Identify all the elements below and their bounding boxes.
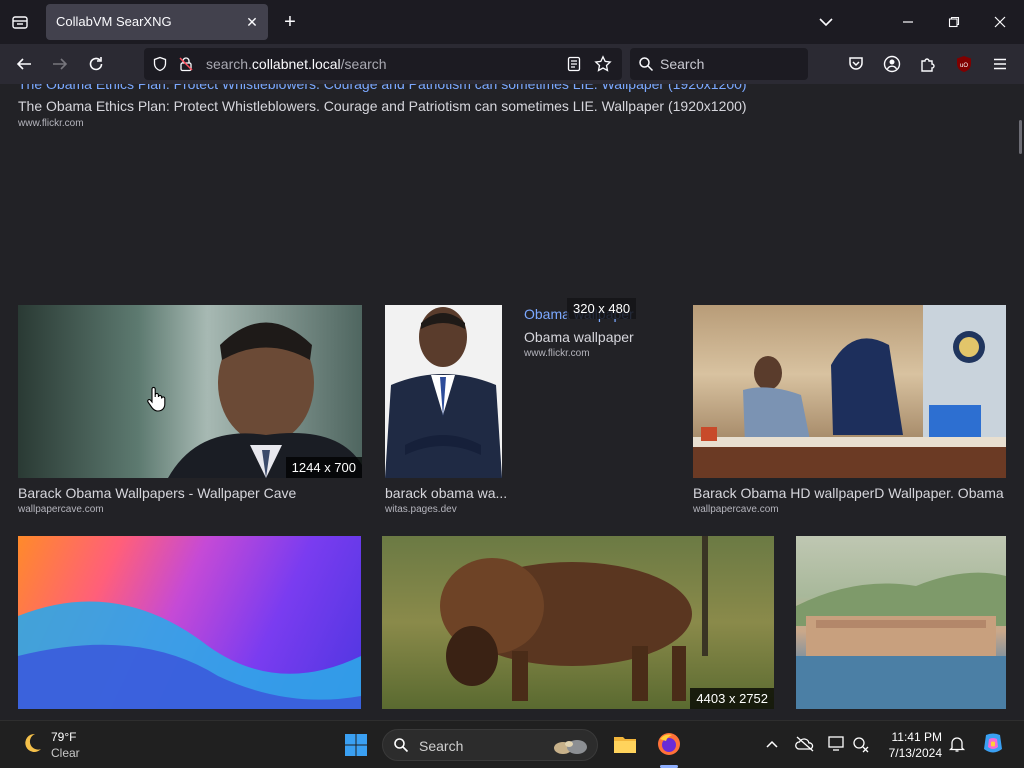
image-result-bison[interactable]: 4403 x 2752	[382, 536, 774, 709]
image-hover-dimensions: 320 x 480	[567, 298, 637, 319]
windows-start-icon[interactable]	[344, 733, 368, 762]
account-icon[interactable]	[880, 52, 904, 76]
previous-result-title: The Obama Ethics Plan: Protect Whistlebl…	[18, 98, 747, 114]
ublock-origin-icon[interactable]: uO	[952, 52, 976, 76]
notification-bell-icon[interactable]	[948, 735, 966, 758]
image-hover-subtitle: Obama wallpaper	[524, 329, 634, 345]
image-dimensions-badge: 4403 x 2752	[690, 688, 774, 709]
close-window-icon[interactable]	[990, 12, 1010, 32]
image-source: wallpapercave.com	[693, 504, 779, 515]
onedrive-offline-icon[interactable]	[795, 735, 815, 758]
image-caption[interactable]: Barack Obama HD wallpaperD Wallpaper. Ob…	[693, 485, 1004, 501]
search-placeholder: Search	[660, 56, 705, 72]
tab-bar: CollabVM SearXNG ✕ +	[0, 0, 1024, 44]
image-source: wallpapercave.com	[18, 504, 104, 515]
firefox-taskbar-icon[interactable]	[656, 731, 682, 762]
chevron-down-icon[interactable]	[816, 12, 836, 32]
extensions-puzzle-icon[interactable]	[916, 52, 940, 76]
weather-temperature[interactable]: 79°F	[51, 730, 76, 744]
page-content: The Obama Ethics Plan: Protect Whistlebl…	[0, 84, 1024, 720]
forward-arrow-icon[interactable]	[48, 52, 72, 76]
display-icon[interactable]	[827, 735, 847, 758]
windows-taskbar: 79°F Clear Search 11:41 PM 7/13/2024	[0, 720, 1024, 768]
minimize-icon[interactable]	[898, 12, 918, 32]
menu-hamburger-icon[interactable]	[988, 52, 1012, 76]
search-icon	[638, 56, 654, 77]
previous-result-title-link[interactable]: The Obama Ethics Plan: Protect Whistlebl…	[18, 84, 747, 92]
previous-result-url[interactable]: www.flickr.com	[18, 118, 84, 129]
close-tab-icon[interactable]: ✕	[244, 14, 260, 30]
hand-pointer-cursor-icon	[146, 386, 166, 417]
taskbar-clock-date[interactable]: 7/13/2024	[884, 746, 942, 760]
chevron-up-icon[interactable]	[764, 737, 780, 758]
search-icon	[393, 737, 409, 758]
search-highlight-icon	[551, 736, 591, 761]
image-source: witas.pages.dev	[385, 504, 457, 515]
navigation-toolbar: search.collabnet.local/search Search uO	[0, 44, 1024, 84]
image-dimensions-badge: 1244 x 700	[285, 457, 362, 478]
list-all-tabs-icon[interactable]	[8, 10, 32, 34]
active-tab[interactable]: CollabVM SearXNG ✕	[46, 4, 268, 40]
image-result-obama-office[interactable]	[693, 305, 1006, 478]
taskbar-search-box[interactable]: Search	[382, 729, 598, 761]
image-result-obama-portrait[interactable]: 1244 x 700	[18, 305, 362, 478]
back-arrow-icon[interactable]	[12, 52, 36, 76]
reload-icon[interactable]	[84, 52, 108, 76]
new-tab-icon[interactable]: +	[280, 12, 300, 32]
pocket-icon[interactable]	[844, 52, 868, 76]
network-icon[interactable]	[851, 735, 871, 758]
scrollbar-thumb[interactable]	[1019, 120, 1022, 154]
tab-title: CollabVM SearXNG	[56, 14, 172, 29]
svg-text:uO: uO	[960, 63, 968, 69]
taskbar-search-label: Search	[419, 738, 464, 754]
address-bar[interactable]: search.collabnet.local/search	[144, 48, 622, 80]
url-path: /search	[340, 56, 387, 72]
moon-weather-icon[interactable]	[20, 731, 44, 760]
reader-view-icon[interactable]	[566, 56, 582, 77]
copilot-icon[interactable]	[980, 731, 1006, 762]
bookmark-star-icon[interactable]	[594, 55, 612, 78]
image-result-obama-suit[interactable]	[385, 305, 502, 478]
taskbar-clock-time[interactable]: 11:41 PM	[884, 730, 942, 744]
insecure-lock-icon[interactable]	[178, 56, 194, 77]
file-explorer-icon[interactable]	[612, 731, 638, 762]
image-caption[interactable]: Barack Obama Wallpapers - Wallpaper Cave	[18, 485, 296, 501]
search-bar[interactable]: Search	[630, 48, 808, 80]
weather-condition[interactable]: Clear	[51, 746, 80, 760]
tracking-protection-shield-icon[interactable]	[152, 56, 168, 77]
url-prefix: search.	[206, 56, 252, 72]
image-hover-source: www.flickr.com	[524, 348, 590, 359]
image-result-painting-city[interactable]	[796, 536, 1006, 709]
image-result-gradient-wallpaper[interactable]	[18, 536, 361, 709]
url-host: collabnet.local	[251, 56, 341, 72]
url-text[interactable]: search.collabnet.local/search	[206, 56, 387, 72]
restore-icon[interactable]	[944, 12, 964, 32]
image-caption[interactable]: barack obama wa...	[385, 485, 507, 501]
